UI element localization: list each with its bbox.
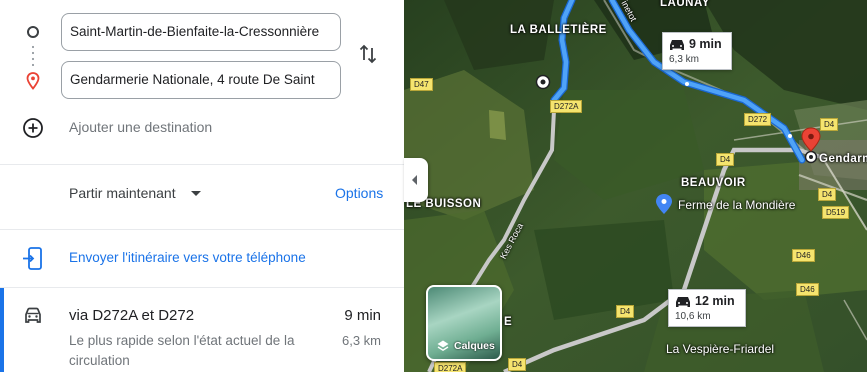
route-via-label[interactable]: via D272A et D272 [69,307,194,324]
road-shield-d4: D4 [508,358,527,371]
layers-icon [437,340,449,352]
road-shield-d519: D519 [822,206,850,219]
route-card-distance: 6,3 km [669,54,700,65]
route-card-time: 9 min [689,37,722,51]
add-destination-label[interactable]: Ajouter une destination [69,119,212,135]
place-label-gendarmerie: Gendarm [819,153,867,165]
destination-pin-icon [26,72,40,95]
place-label-fragment: E [504,316,513,328]
road-shield-d46: D46 [796,283,819,296]
collapse-panel-button[interactable] [404,158,428,202]
swap-icon[interactable] [357,43,379,70]
place-label-beauvoir: BEAUVOIR [681,177,746,189]
route-card-alternative[interactable]: 12 min 10,6 km [668,289,746,327]
add-destination-icon[interactable] [22,117,44,144]
route-duration: 9 min [344,307,381,324]
divider [0,287,404,288]
car-icon [676,297,690,307]
place-label-launay: LAUNAY [660,0,710,9]
road-shield-d4: D4 [716,153,735,166]
road-shield-d272a: D272A [550,100,583,113]
send-to-phone-link[interactable]: Envoyer l'itinéraire vers votre téléphon… [69,250,306,265]
road-shield-d4: D4 [616,305,635,318]
send-to-phone-icon[interactable] [22,246,44,277]
car-icon [22,305,44,332]
route-card-time: 12 min [695,294,735,308]
chevron-down-icon[interactable] [191,191,201,196]
road-shield-d47: D47 [410,78,433,91]
route-card-primary[interactable]: 9 min 6,3 km [662,32,732,70]
depart-now-dropdown[interactable]: Partir maintenant [69,185,176,201]
divider [0,229,404,230]
destination-input[interactable]: Gendarmerie Nationale, 4 route De Saint [61,61,341,99]
road-shield-d272a: D272A [434,362,467,372]
road-shield-d4: D4 [820,118,839,131]
car-icon [670,40,684,50]
route-description: Le plus rapide selon l'état actuel de la… [69,333,295,368]
poi-label-ferme[interactable]: Ferme de la Mondière [678,198,795,212]
divider [0,164,404,165]
origin-input[interactable]: Saint-Martin-de-Bienfaite-la-Cressonnièr… [61,13,341,51]
place-label-vespiere: La Vespière-Friardel [666,342,775,356]
origin-dot-icon [27,26,39,38]
layers-label: Calques [454,340,495,352]
route-dots-icon [32,44,34,66]
route-distance: 6,3 km [341,333,381,348]
layers-button[interactable]: Calques [426,285,502,361]
place-label-balletiere: LA BALLETIÈRE [510,24,607,36]
selected-route-indicator [0,288,4,372]
chevron-left-icon [412,175,417,185]
directions-panel: Saint-Martin-de-Bienfaite-la-Cressonnièr… [0,0,404,372]
road-shield-d272: D272 [744,113,772,126]
options-link[interactable]: Options [335,185,383,201]
route-card-distance: 10,6 km [675,311,711,322]
road-shield-d46: D46 [792,249,815,262]
road-shield-d4: D4 [818,188,837,201]
